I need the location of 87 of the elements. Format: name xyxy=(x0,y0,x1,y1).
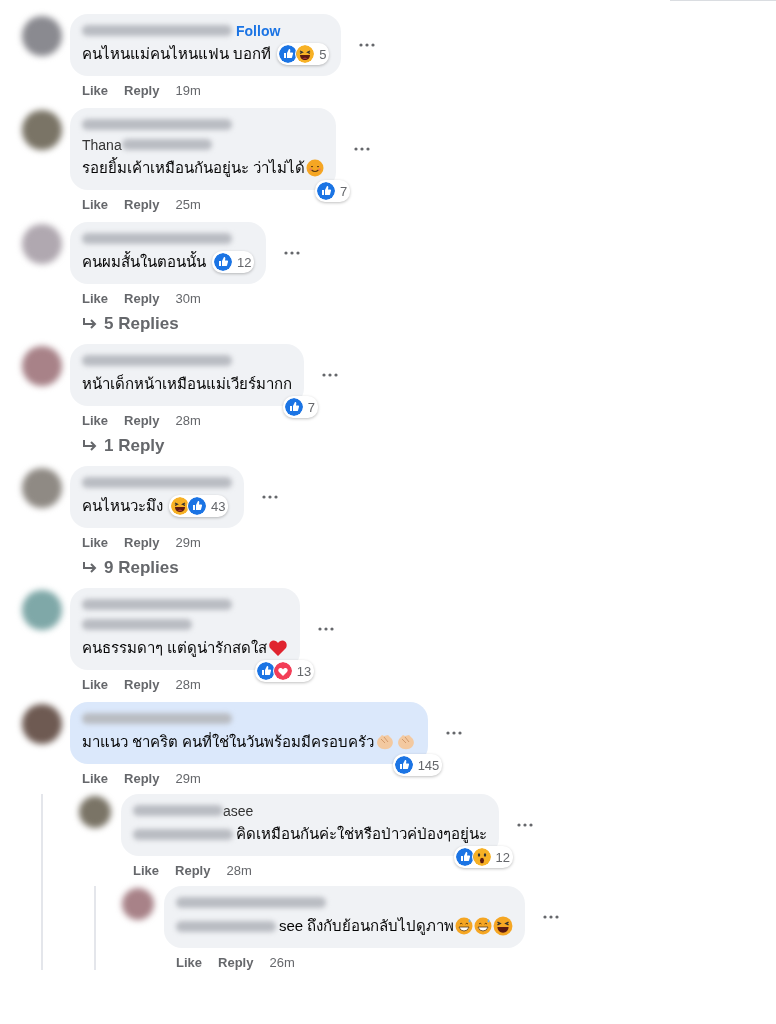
laughing-emoji-icon xyxy=(493,916,514,936)
surprised-reaction-icon xyxy=(471,847,492,867)
like-link[interactable]: Like xyxy=(82,197,108,212)
reaction-count[interactable]: 7 xyxy=(314,180,351,202)
like-link[interactable]: Like xyxy=(82,291,108,306)
comment-text: หน้าเด็กหน้าเหมือนแม่เวียร์มากก xyxy=(82,373,292,394)
like-link[interactable]: Like xyxy=(82,413,108,428)
reaction-count[interactable]: 5 xyxy=(277,43,330,65)
reaction-count[interactable]: 12 xyxy=(453,846,513,868)
like-reaction-icon xyxy=(393,755,414,775)
timestamp: 26m xyxy=(269,955,295,970)
view-replies-link[interactable]: 1 Reply xyxy=(82,436,165,456)
reaction-count[interactable]: 7 xyxy=(282,396,318,418)
reply-arrow-icon xyxy=(82,440,98,452)
reply-arrow-icon xyxy=(82,562,98,574)
reaction-count[interactable]: 145 xyxy=(392,754,443,776)
like-reaction-icon xyxy=(283,397,304,417)
more-options-icon[interactable] xyxy=(354,147,371,151)
more-options-icon[interactable] xyxy=(543,915,560,919)
avatar[interactable] xyxy=(22,704,62,744)
timestamp: 29m xyxy=(175,535,201,550)
like-link[interactable]: Like xyxy=(82,83,108,98)
like-reaction-icon xyxy=(213,252,233,272)
reply-link[interactable]: Reply xyxy=(124,413,160,428)
avatar[interactable] xyxy=(79,796,111,828)
comment-text: คนธรรมดาๆ แต่ดูน่ารักสดใส xyxy=(82,638,268,659)
heart-emoji-icon xyxy=(268,639,289,657)
more-options-icon[interactable] xyxy=(262,495,278,499)
reply-link[interactable]: Reply xyxy=(124,197,160,212)
reaction-count[interactable]: 43 xyxy=(169,495,229,517)
like-reaction-icon xyxy=(454,847,475,867)
avatar[interactable] xyxy=(22,468,62,508)
like-link[interactable]: Like xyxy=(176,955,202,970)
reply-link[interactable]: Reply xyxy=(175,863,211,878)
heart-reaction-icon xyxy=(272,661,293,681)
reply-link[interactable]: Reply xyxy=(124,291,160,306)
more-options-icon[interactable] xyxy=(318,627,335,631)
more-options-icon[interactable] xyxy=(446,731,463,735)
comment-text: รอยยิ้มเค้าเหมือนกันอยู่นะ ว่าไม่ได้ xyxy=(82,156,306,179)
comment-text: คนไหนวะมึง xyxy=(82,496,163,516)
author-name[interactable]: asee xyxy=(223,802,254,819)
reply-link[interactable]: Reply xyxy=(124,771,160,786)
view-replies-link[interactable]: 5 Replies xyxy=(82,314,179,334)
more-options-icon[interactable] xyxy=(284,251,301,255)
comment-text: คนไหนแม่คนไหนแฟน บอกที xyxy=(82,44,272,64)
author-name[interactable]: Thana xyxy=(82,136,122,153)
reply-link[interactable]: Reply xyxy=(218,955,254,970)
timestamp: 28m xyxy=(175,677,201,692)
follow-link[interactable]: Follow xyxy=(236,22,281,39)
timestamp: 30m xyxy=(175,291,201,306)
comment-text: คนผมสั้นในตอนนั้น xyxy=(82,250,206,272)
timestamp: 29m xyxy=(175,771,201,786)
timestamp: 28m xyxy=(226,863,252,878)
avatar[interactable] xyxy=(122,888,154,920)
like-link[interactable]: Like xyxy=(82,677,108,692)
timestamp: 25m xyxy=(175,197,201,212)
like-link[interactable]: Like xyxy=(82,771,108,786)
like-reaction-icon xyxy=(315,181,336,201)
laughing-reaction-icon xyxy=(295,44,316,64)
like-reaction-icon xyxy=(255,661,276,681)
laughing-reaction-icon xyxy=(170,496,190,516)
comment-text: see ถึงกับย้อนกลับไปดูภาพ xyxy=(279,916,455,937)
smiling-emoji-icon xyxy=(306,159,325,177)
comment-text: มาแนว ชาคริต คนที่ใช่ในวันพร้อมมีครอบครัว xyxy=(82,731,375,752)
grinning-sweat-emoji-icon xyxy=(455,917,474,935)
reaction-count[interactable]: 12 xyxy=(212,251,255,273)
reply-link[interactable]: Reply xyxy=(124,83,160,98)
comment-text: คิดเหมือนกันค่ะใช่หรือป่าวค่ป่องๆอยู่นะ xyxy=(236,824,487,845)
reply-arrow-icon xyxy=(82,318,98,330)
more-options-icon[interactable] xyxy=(322,373,338,377)
clapping-hands-emoji-icon xyxy=(375,733,396,751)
view-replies-link[interactable]: 9 Replies xyxy=(82,558,179,578)
timestamp: 28m xyxy=(175,413,201,428)
grinning-sweat-emoji-icon xyxy=(474,917,493,935)
avatar[interactable] xyxy=(22,110,62,150)
avatar[interactable] xyxy=(22,16,62,56)
more-options-icon[interactable] xyxy=(359,43,376,47)
avatar[interactable] xyxy=(22,346,62,386)
like-reaction-icon xyxy=(187,496,207,516)
like-link[interactable]: Like xyxy=(82,535,108,550)
like-link[interactable]: Like xyxy=(133,863,159,878)
timestamp: 19m xyxy=(175,83,201,98)
reaction-count[interactable]: 13 xyxy=(254,660,315,682)
reply-link[interactable]: Reply xyxy=(124,535,160,550)
more-options-icon[interactable] xyxy=(517,823,533,827)
clapping-hands-emoji-icon xyxy=(396,733,417,751)
reply-link[interactable]: Reply xyxy=(124,677,160,692)
